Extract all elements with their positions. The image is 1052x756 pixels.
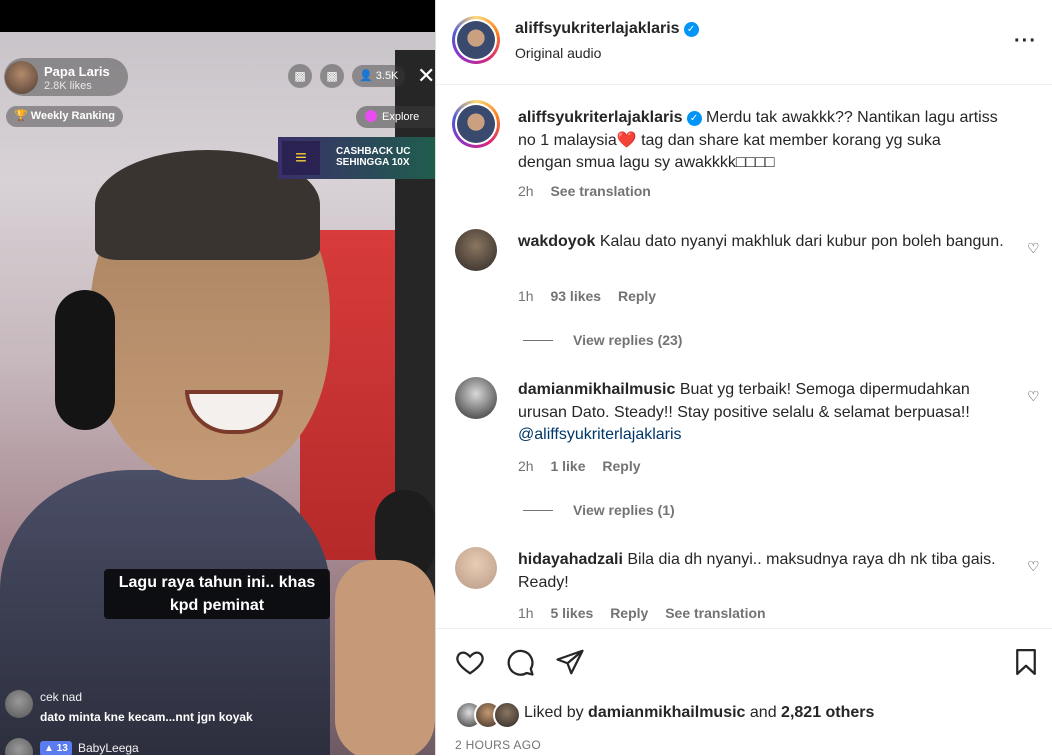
verified-badge-icon: ✓ bbox=[686, 111, 702, 126]
live-host-name: Papa Laris bbox=[44, 64, 110, 79]
view-replies-label: View replies (1) bbox=[573, 502, 675, 518]
comment-likes[interactable]: 5 likes bbox=[550, 605, 593, 621]
post-header: aliffsyukriterlajaklaris ✓ Original audio… bbox=[436, 0, 1052, 85]
reply-button[interactable]: Reply bbox=[618, 288, 656, 304]
see-translation-link[interactable]: See translation bbox=[665, 605, 765, 621]
game-logo-icon: ≡ bbox=[282, 141, 320, 175]
comment-time: 2h bbox=[518, 458, 534, 474]
cashback-banner[interactable]: ≡ CASHBACK UC SEHINGGA 10X bbox=[278, 137, 435, 179]
comment-likes[interactable]: 93 likes bbox=[550, 288, 601, 304]
comment-username[interactable]: hidayahadzali bbox=[518, 551, 623, 568]
author-username[interactable]: aliffsyukriterlajaklaris bbox=[515, 20, 680, 37]
caption-body: aliffsyukriterlajaklaris ✓ Merdu tak awak… bbox=[518, 107, 998, 175]
comment-like-icon[interactable]: ♡ bbox=[1027, 558, 1040, 575]
media-top-bar bbox=[0, 0, 435, 32]
chat-username: BabyLeega bbox=[78, 741, 139, 755]
live-host-avatar[interactable] bbox=[5, 61, 38, 94]
liked-by-and: and bbox=[749, 704, 777, 721]
liked-by-others[interactable]: 2,821 others bbox=[781, 704, 874, 721]
see-translation-link[interactable]: See translation bbox=[550, 183, 650, 199]
video-caption-line1: Lagu raya tahun ini.. khas bbox=[118, 574, 316, 591]
bookmark-icon[interactable] bbox=[1011, 647, 1041, 677]
live-host-likes: 2.8K likes bbox=[44, 80, 92, 92]
liked-by-prefix: Liked by bbox=[524, 704, 584, 721]
caption-username[interactable]: aliffsyukriterlajaklaris bbox=[518, 109, 683, 126]
author-name-row: aliffsyukriterlajaklaris ✓ bbox=[515, 20, 699, 38]
verified-badge-icon: ✓ bbox=[683, 22, 699, 37]
explore-icon bbox=[365, 110, 377, 122]
reply-button[interactable]: Reply bbox=[602, 458, 640, 474]
avatar-photo bbox=[457, 21, 495, 59]
more-options-icon[interactable]: ··· bbox=[1014, 30, 1037, 53]
avatar-photo bbox=[457, 105, 495, 143]
reply-button[interactable]: Reply bbox=[610, 605, 648, 621]
viewer-count: 👤 3.5K bbox=[352, 65, 406, 87]
live-viewer-icons: ▩ ▩ bbox=[288, 64, 344, 88]
caption-meta: 2h See translation bbox=[518, 183, 651, 199]
live-close-icon[interactable]: ✕ bbox=[417, 64, 435, 88]
viewer-count-value: 3.5K bbox=[375, 70, 399, 82]
explore-label: Explore bbox=[382, 111, 420, 123]
view-replies-button[interactable]: View replies (23) bbox=[523, 332, 682, 348]
comment-meta: 1h 5 likes Reply See translation bbox=[518, 605, 766, 621]
replies-line bbox=[523, 340, 553, 341]
view-replies-label: View replies (23) bbox=[573, 332, 683, 348]
caption-time: 2h bbox=[518, 183, 534, 199]
comment-avatar[interactable] bbox=[455, 229, 497, 271]
weekly-ranking-pill[interactable]: 🏆 Weekly Ranking bbox=[6, 106, 123, 127]
chat-message: dato minta kne kecam...nnt jgn koyak bbox=[40, 710, 253, 724]
comment-meta: 2h 1 like Reply bbox=[518, 458, 641, 474]
viewer-avatar-icon: ▩ bbox=[320, 64, 344, 88]
singer-hand bbox=[335, 560, 435, 755]
chat-level-value: 13 bbox=[56, 743, 68, 754]
original-audio-link[interactable]: Original audio bbox=[515, 45, 601, 61]
comment-username[interactable]: wakdoyok bbox=[518, 233, 595, 250]
explore-pill[interactable]: Explore bbox=[356, 106, 435, 128]
replies-line bbox=[523, 510, 553, 511]
comment-body: damianmikhailmusic Buat yg terbaik! Semo… bbox=[518, 379, 1018, 447]
comment-time: 1h bbox=[518, 288, 534, 304]
comment-bubble-icon[interactable] bbox=[505, 647, 535, 677]
comment-like-icon[interactable]: ♡ bbox=[1027, 388, 1040, 405]
comment-text: Kalau dato nyanyi makhluk dari kubur pon… bbox=[599, 233, 1004, 250]
viewer-avatar-icon: ▩ bbox=[288, 64, 312, 88]
weekly-ranking-label: Weekly Ranking bbox=[30, 110, 115, 122]
video-caption: Lagu raya tahun ini.. khas kpd peminat bbox=[104, 569, 330, 619]
paper-plane-icon[interactable] bbox=[555, 647, 585, 677]
headphone-image bbox=[55, 290, 115, 430]
video-caption-line2: kpd peminat bbox=[169, 597, 265, 614]
liker-avatar[interactable] bbox=[493, 701, 521, 729]
caption-author-avatar[interactable] bbox=[452, 100, 500, 148]
chat-username: cek nad bbox=[40, 690, 83, 704]
post-timestamp: 2 HOURS AGO bbox=[455, 738, 541, 752]
chat-avatar bbox=[5, 690, 33, 718]
comment-time: 1h bbox=[518, 605, 534, 621]
comment-body: wakdoyok Kalau dato nyanyi makhluk dari … bbox=[518, 231, 1018, 254]
chat-level-badge: ▲ 13 bbox=[40, 741, 72, 755]
liked-by-user[interactable]: damianmikhailmusic bbox=[588, 704, 745, 721]
comment-username[interactable]: damianmikhailmusic bbox=[518, 381, 675, 398]
comment-meta: 1h 93 likes Reply bbox=[518, 288, 656, 304]
post-action-bar: Liked by damianmikhailmusic and 2,821 ot… bbox=[436, 628, 1052, 756]
comment-mention[interactable]: @aliffsyukriterlajaklaris bbox=[518, 426, 682, 443]
comment-like-icon[interactable]: ♡ bbox=[1027, 240, 1040, 257]
comment-avatar[interactable] bbox=[455, 547, 497, 589]
post-media-video[interactable]: Papa Laris 2.8K likes ▩ ▩ 👤 3.5K ✕ 🏆 Wee… bbox=[0, 0, 435, 755]
author-avatar[interactable] bbox=[452, 16, 500, 64]
cashback-text: CASHBACK UC SEHINGGA 10X bbox=[336, 146, 411, 168]
heart-icon[interactable] bbox=[455, 647, 485, 677]
liked-by-line: Liked by damianmikhailmusic and 2,821 ot… bbox=[524, 704, 874, 722]
comment-avatar[interactable] bbox=[455, 377, 497, 419]
comment-body: hidayahadzali Bila dia dh nyanyi.. maksu… bbox=[518, 549, 1018, 594]
comment-likes[interactable]: 1 like bbox=[550, 458, 585, 474]
view-replies-button[interactable]: View replies (1) bbox=[523, 502, 675, 518]
